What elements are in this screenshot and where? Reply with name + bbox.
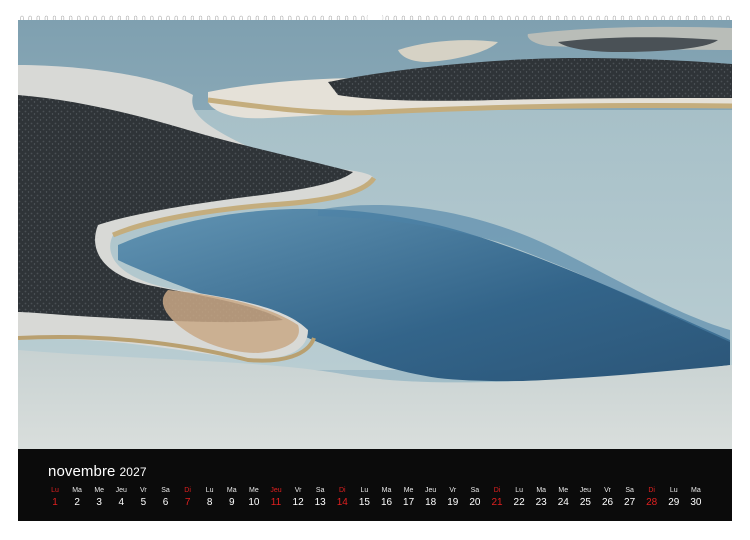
calendar-page: novembre 2027 Lu 1 Ma 2 Me 3 Jeu 4 Vr 5 Sa 6 Di 7 Lu 8 Ma…: [0, 0, 750, 540]
month-name: novembre: [48, 463, 116, 480]
day-number: 8: [206, 497, 213, 508]
day-cell: Vr 26: [597, 485, 619, 510]
weekday-label: Vr: [604, 487, 611, 494]
weekday-label: Di: [493, 487, 501, 494]
day-cell: Ma 2: [66, 485, 88, 510]
day-cell: Me 17: [398, 485, 420, 510]
day-cell: Lu 29: [663, 485, 685, 510]
day-cell: Di 7: [177, 485, 199, 510]
day-row: Lu 1 Ma 2 Me 3 Jeu 4 Vr 5 Sa 6 Di 7 Lu 8 Ma 9 Me 10 Jeu 11 Vr 1…: [44, 485, 724, 515]
day-number: 17: [403, 497, 415, 508]
weekday-label: Jeu: [270, 487, 282, 494]
weekday-label: Lu: [205, 487, 214, 494]
day-number: 24: [557, 497, 569, 508]
weekday-label: Sa: [315, 487, 325, 494]
day-number: 25: [579, 497, 591, 508]
weekday-label: Lu: [360, 487, 369, 494]
weekday-label: Me: [558, 487, 569, 494]
day-cell: Di 28: [641, 485, 663, 510]
day-number: 20: [469, 497, 481, 508]
month-strip: novembre 2027 Lu 1 Ma 2 Me 3 Jeu 4 Vr 5 Sa 6 Di 7 Lu 8 Ma…: [18, 449, 732, 521]
day-cell: Sa 6: [155, 485, 177, 510]
weekday-label: Me: [403, 487, 414, 494]
day-cell: Me 24: [552, 485, 574, 510]
weekday-label: Di: [184, 487, 191, 494]
day-number: 1: [52, 497, 58, 508]
day-number: 21: [491, 497, 503, 508]
day-cell: Sa 13: [309, 485, 331, 510]
weekday-label: Ma: [536, 487, 547, 494]
day-number: 22: [513, 497, 525, 508]
day-cell: Me 3: [88, 485, 110, 510]
day-number: 30: [690, 497, 702, 508]
weekday-label: Jeu: [115, 487, 127, 494]
day-cell: Ma 9: [221, 485, 243, 510]
day-cell: Ma 23: [530, 485, 552, 510]
weekday-label: Vr: [140, 487, 147, 494]
day-number: 29: [668, 497, 680, 508]
day-cell: Lu 1: [44, 485, 66, 510]
day-cell: Vr 12: [287, 485, 309, 510]
weekday-label: Sa: [161, 487, 170, 494]
day-cell: Ma 30: [685, 485, 707, 510]
day-number: 28: [646, 497, 658, 508]
day-cell: Jeu 25: [574, 485, 596, 510]
day-number: 4: [118, 497, 125, 508]
day-number: 19: [447, 497, 459, 508]
weekday-label: Vr: [449, 487, 457, 494]
weekday-label: Ma: [381, 487, 392, 494]
month-title: novembre 2027: [48, 463, 147, 480]
day-cell: Vr 19: [442, 485, 464, 510]
day-cell: Di 14: [331, 485, 353, 510]
day-number: 3: [96, 497, 102, 508]
weekday-label: Sa: [470, 487, 480, 494]
day-number: 15: [358, 497, 370, 508]
weekday-label: Sa: [625, 487, 634, 494]
day-number: 11: [270, 497, 282, 508]
day-number: 7: [184, 497, 191, 508]
day-cell: Me 10: [243, 485, 265, 510]
weekday-label: Ma: [72, 487, 82, 494]
day-number: 18: [425, 497, 437, 508]
weekday-label: Di: [338, 487, 346, 494]
weekday-label: Jeu: [425, 487, 437, 494]
day-cell: Ma 16: [376, 485, 398, 510]
day-cell: Lu 22: [508, 485, 530, 510]
weekday-label: Ma: [691, 487, 701, 494]
day-number: 23: [535, 497, 547, 508]
day-cell: Jeu 11: [265, 485, 287, 510]
hot-spring-photo: [18, 20, 732, 449]
day-number: 6: [162, 497, 169, 508]
weekday-label: Lu: [515, 487, 523, 494]
weekday-label: Me: [249, 487, 259, 494]
year-label: 2027: [119, 465, 147, 479]
weekday-label: Jeu: [579, 487, 592, 494]
day-number: 13: [314, 497, 326, 508]
day-cell: Jeu 18: [420, 485, 442, 510]
weekday-label: Ma: [226, 487, 237, 494]
day-cell: Di 21: [486, 485, 508, 510]
weekday-label: Di: [648, 487, 655, 494]
day-number: 9: [229, 497, 235, 508]
day-cell: Vr 5: [132, 485, 154, 510]
day-number: 12: [292, 497, 304, 508]
day-number: 5: [140, 497, 147, 508]
weekday-label: Lu: [669, 487, 678, 494]
weekday-label: Me: [94, 487, 105, 494]
day-number: 27: [624, 497, 636, 508]
day-number: 16: [380, 497, 393, 508]
day-cell: Sa 27: [619, 485, 641, 510]
day-cell: Lu 15: [353, 485, 375, 510]
day-cell: Jeu 4: [110, 485, 132, 510]
weekday-label: Lu: [51, 487, 59, 494]
day-number: 10: [248, 497, 260, 508]
day-number: 14: [336, 497, 348, 508]
weekday-label: Vr: [294, 487, 302, 494]
day-cell: Lu 8: [199, 485, 221, 510]
day-number: 2: [74, 497, 80, 508]
day-cell: Sa 20: [464, 485, 486, 510]
day-number: 26: [601, 497, 614, 508]
